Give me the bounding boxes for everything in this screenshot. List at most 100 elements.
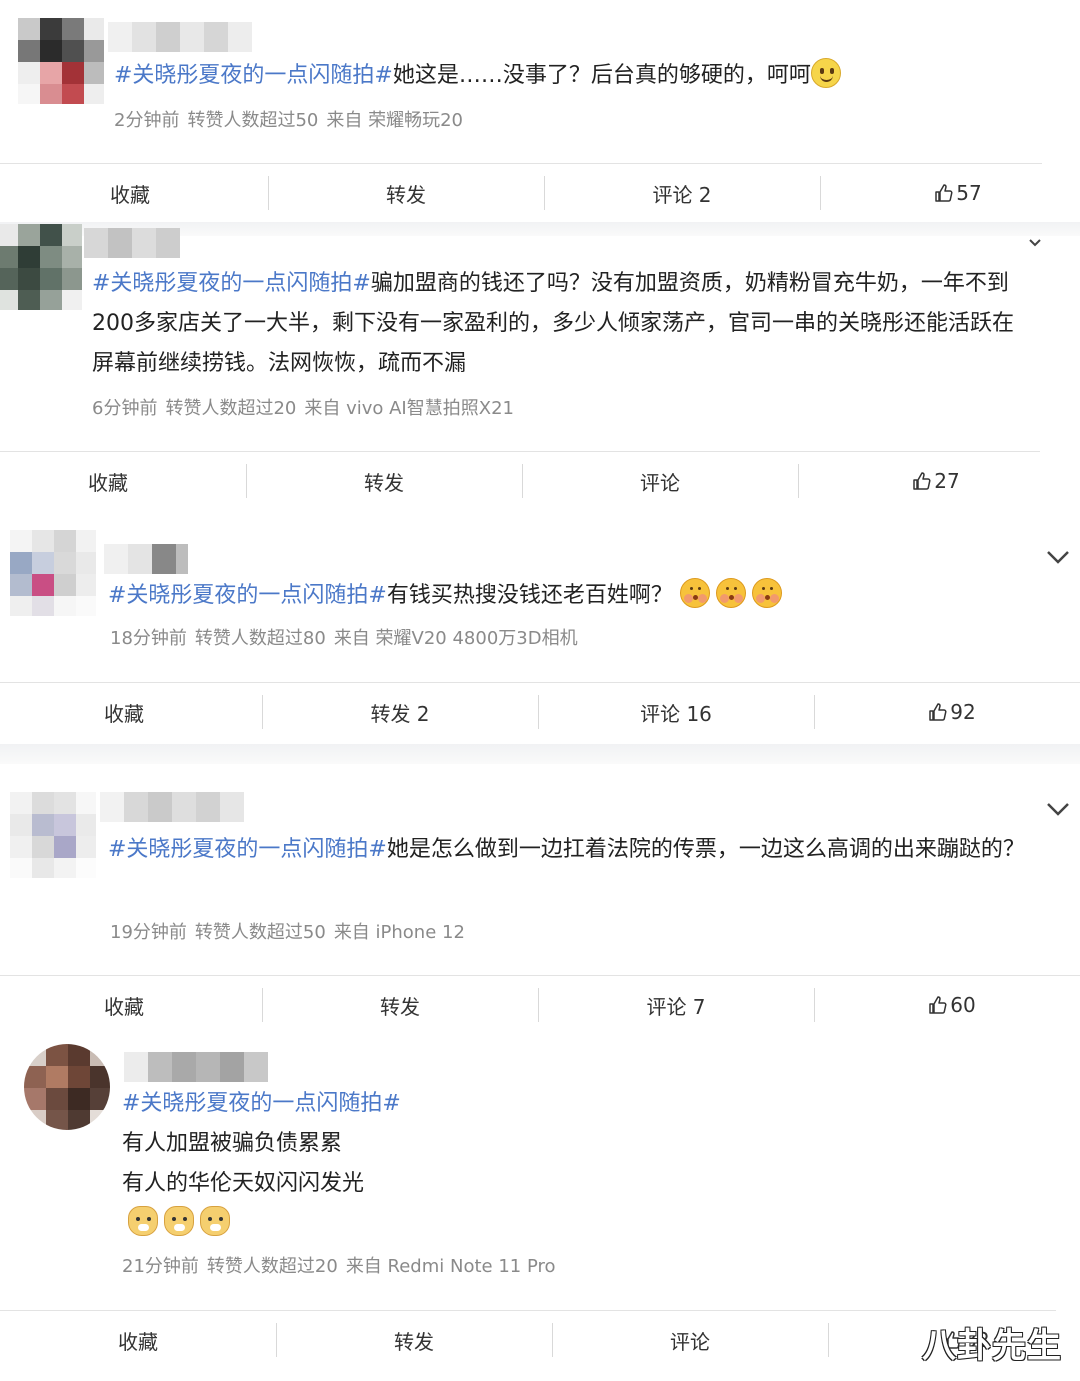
post-meta: 21分钟前 转赞人数超过20 来自 Redmi Note 11 Pro: [122, 1252, 564, 1278]
username-blurred[interactable]: [124, 1052, 284, 1082]
post-line: 有钱买热搜没钱还老百姓啊？: [386, 583, 673, 608]
repost-label: 转发: [380, 994, 420, 1019]
action-bar: 收藏 转发 评论 7 60: [0, 976, 1080, 1034]
chevron-down-icon[interactable]: [1044, 548, 1072, 566]
post-4: #关晓彤夏夜的一点闪随拍#她是怎么做到一边扛着法院的传票，一边这么高调的出来蹦跶…: [0, 764, 1080, 1036]
post-source: 来自 vivo AI智慧拍照X21: [304, 398, 514, 419]
username-blurred[interactable]: [104, 544, 188, 574]
favorite-button[interactable]: 收藏: [0, 1311, 276, 1369]
watermark: 八卦先生: [922, 1326, 1062, 1366]
avatar[interactable]: [10, 530, 96, 616]
repost-count: 转赞人数超过20: [165, 398, 297, 419]
smile-emoji: [810, 58, 841, 88]
repost-label: 转发 2: [370, 701, 430, 726]
like-button[interactable]: 60: [814, 976, 1080, 1034]
post-source: 来自 荣耀畅玩20: [326, 110, 463, 131]
like-button[interactable]: 27: [798, 452, 1074, 510]
thumbs-up-icon: [929, 996, 947, 1014]
comment-label: 评论: [640, 470, 680, 495]
post-meta: 6分钟前 转赞人数超过20 来自 vivo AI智慧拍照X21: [92, 394, 522, 420]
post-line: 她这是……没事了？后台真的够硬的，呵呵: [392, 63, 811, 88]
comment-button[interactable]: 评论 7: [538, 976, 814, 1034]
hashtag-link[interactable]: #关晓彤夏夜的一点闪随拍#: [114, 63, 393, 88]
like-count: 27: [934, 469, 960, 493]
repost-count: 转赞人数超过50: [187, 110, 319, 131]
username-blurred[interactable]: [100, 792, 260, 822]
dog-emoji: [164, 1206, 194, 1236]
username-blurred[interactable]: [84, 228, 192, 258]
repost-button[interactable]: 转发: [276, 1311, 552, 1369]
post-source: 来自 荣耀V20 4800万3D相机: [333, 628, 578, 649]
repost-button[interactable]: 转发 2: [262, 683, 538, 741]
favorite-button[interactable]: 收藏: [0, 452, 246, 510]
hashtag-link[interactable]: #关晓彤夏夜的一点闪随拍#: [108, 583, 387, 608]
favorite-button[interactable]: 收藏: [0, 683, 262, 741]
post-time[interactable]: 18分钟前: [110, 628, 187, 649]
post-meta: 18分钟前 转赞人数超过80 来自 荣耀V20 4800万3D相机: [110, 624, 586, 650]
favorite-label: 收藏: [110, 182, 150, 207]
comment-label: 评论: [670, 1329, 710, 1354]
emoji-row: [122, 1204, 1022, 1244]
comment-button[interactable]: 评论: [552, 1311, 828, 1369]
comment-button[interactable]: 评论 16: [538, 683, 814, 741]
hashtag-link[interactable]: #关晓彤夏夜的一点闪随拍#: [92, 271, 371, 296]
repost-count: 转赞人数超过50: [194, 922, 326, 943]
action-bar: 收藏 转发 评论 27: [0, 452, 1074, 510]
avatar[interactable]: [0, 224, 82, 310]
dog-emoji: [128, 1206, 158, 1236]
avatar[interactable]: [18, 18, 104, 104]
post-time[interactable]: 6分钟前: [92, 398, 157, 419]
favorite-label: 收藏: [88, 470, 128, 495]
favorite-label: 收藏: [104, 701, 144, 726]
repost-button[interactable]: 转发: [246, 452, 522, 510]
shy-emoji: [679, 578, 710, 608]
comment-button[interactable]: 评论: [522, 452, 798, 510]
username-blurred[interactable]: [108, 22, 264, 52]
chevron-down-icon[interactable]: [1028, 238, 1042, 248]
post-text: #关晓彤夏夜的一点闪随拍#有钱买热搜没钱还老百姓啊？: [108, 576, 1048, 616]
post-text: #关晓彤夏夜的一点闪随拍#骗加盟商的钱还了吗？没有加盟资质，奶精粉冒充牛奶，一年…: [92, 264, 1052, 384]
post-meta: 2分钟前 转赞人数超过50 来自 荣耀畅玩20: [114, 106, 471, 132]
post-source: 来自 Redmi Note 11 Pro: [345, 1256, 556, 1277]
shy-emoji: [751, 578, 782, 608]
like-count: 57: [956, 181, 982, 205]
repost-label: 转发: [386, 182, 426, 207]
post-hashtag-line: #关晓彤夏夜的一点闪随拍#: [122, 1084, 1022, 1124]
post-line: 她是怎么做到一边扛着法院的传票，一边这么高调的出来蹦跶的？: [386, 837, 1025, 862]
repost-button[interactable]: 转发: [262, 976, 538, 1034]
action-bar: 收藏 转发 2 评论 16 92: [0, 683, 1080, 741]
post-time[interactable]: 2分钟前: [114, 110, 179, 131]
like-button[interactable]: 57: [820, 164, 1080, 222]
favorite-button[interactable]: 收藏: [0, 164, 268, 222]
repost-count: 转赞人数超过80: [194, 628, 326, 649]
post-line: 200多家店关了一大半，剩下没有一家盈利的，多少人倾家荡产，官司一串的关晓彤还能…: [92, 311, 1014, 336]
post-text: #关晓彤夏夜的一点闪随拍#她这是……没事了？后台真的够硬的，呵呵: [114, 56, 1054, 96]
post-time[interactable]: 21分钟前: [122, 1256, 199, 1277]
post-line-text: 骗加盟商的钱还了吗？没有加盟资质，奶精粉冒充牛奶，一年不到: [370, 271, 1009, 296]
comment-label: 评论 7: [646, 994, 706, 1019]
post-3: #关晓彤夏夜的一点闪随拍#有钱买热搜没钱还老百姓啊？ 18分钟前 转赞人数超过80…: [0, 522, 1080, 752]
comment-button[interactable]: 评论 2: [544, 164, 820, 222]
chevron-down-icon[interactable]: [1044, 800, 1072, 818]
post-time[interactable]: 19分钟前: [110, 922, 187, 943]
avatar[interactable]: [10, 792, 96, 878]
post-meta: 19分钟前 转赞人数超过50 来自 iPhone 12: [110, 918, 473, 944]
action-bar: 收藏 转发 评论 32: [0, 1311, 1080, 1369]
post-line: 有人的华伦天奴闪闪发光: [122, 1171, 365, 1196]
feed-gap: [0, 744, 1080, 764]
comment-label: 评论 2: [652, 182, 712, 207]
hashtag-link[interactable]: #关晓彤夏夜的一点闪随拍#: [122, 1091, 401, 1116]
favorite-label: 收藏: [104, 994, 144, 1019]
post-line: 有人加盟被骗负债累累: [122, 1131, 343, 1156]
repost-label: 转发: [364, 470, 404, 495]
thumbs-up-icon: [935, 184, 953, 202]
avatar[interactable]: [24, 1044, 110, 1130]
thumbs-up-icon: [913, 472, 931, 490]
like-count: 60: [950, 993, 976, 1017]
favorite-button[interactable]: 收藏: [0, 976, 262, 1034]
repost-button[interactable]: 转发: [268, 164, 544, 222]
favorite-label: 收藏: [118, 1329, 158, 1354]
hashtag-link[interactable]: #关晓彤夏夜的一点闪随拍#: [108, 837, 387, 862]
like-button[interactable]: 92: [814, 683, 1080, 741]
post-text: #关晓彤夏夜的一点闪随拍#她是怎么做到一边扛着法院的传票，一边这么高调的出来蹦跶…: [108, 830, 1058, 870]
